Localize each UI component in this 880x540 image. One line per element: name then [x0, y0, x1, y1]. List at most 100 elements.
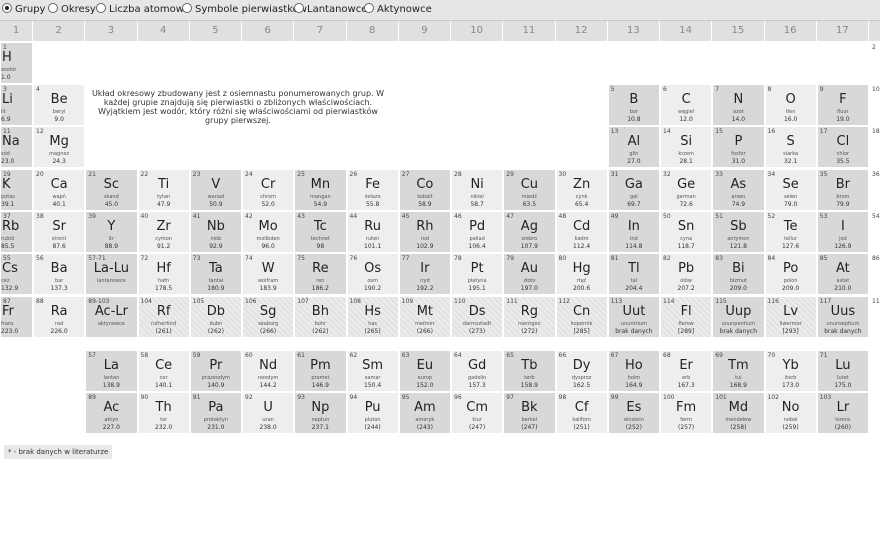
element-cell[interactable]: 111 Rg roentgen (272) — [503, 296, 556, 338]
element-cell[interactable]: 83 Bi bizmut 209.0 — [712, 253, 765, 295]
element-cell[interactable]: 9 Ffluor 19.0 — [816, 84, 869, 126]
radio-actinides[interactable]: Aktynowce — [364, 3, 432, 17]
element-cell[interactable]: 13 Al glin 27.0 — [607, 126, 660, 168]
element-cell[interactable]: 22 Ti tytan 47.9 — [137, 169, 190, 211]
element-cell[interactable]: 109 Mt meitner (266) — [398, 296, 451, 338]
element-cell[interactable]: 26 Fe żelazo 55.8 — [346, 169, 399, 211]
element-cell[interactable]: 41 Nb niob 92.9 — [189, 211, 242, 253]
element-cell[interactable]: 33 As arsen 74.9 — [712, 169, 765, 211]
element-cell[interactable]: 78 Pt platyna 195.1 — [451, 253, 504, 295]
element-cell[interactable]: 118 — [869, 296, 880, 338]
element-cell[interactable]: 53 Ijod 126.9 — [816, 211, 869, 253]
element-cell[interactable]: 65 Tb terb 158.9 — [503, 350, 556, 392]
element-cell[interactable]: 113 Uut ununtrium brak danych — [607, 296, 660, 338]
element-cell[interactable]: 12 Mg magnez 24.3 — [33, 126, 86, 168]
element-cell[interactable]: 86 — [869, 253, 880, 295]
element-cell[interactable]: 23 Vwanad 50.9 — [189, 169, 242, 211]
element-cell[interactable]: 45 Rh rod 102.9 — [398, 211, 451, 253]
element-cell[interactable]: 87 Fr frans 223.0 — [0, 296, 33, 338]
element-cell[interactable]: 82 Pb ołów 207.2 — [660, 253, 713, 295]
element-cell[interactable]: 112 Cn kopernik [285] — [555, 296, 608, 338]
element-cell[interactable]: 7 Nazot 14.0 — [712, 84, 765, 126]
element-cell[interactable]: 107 Bh bohr (262) — [294, 296, 347, 338]
element-cell[interactable]: 48 Cd kadm 112.4 — [555, 211, 608, 253]
element-cell[interactable]: 104 Rf rutherford (261) — [137, 296, 190, 338]
element-cell[interactable]: 20 Ca wapń 40.1 — [33, 169, 86, 211]
element-cell[interactable]: 57 La lantan 138.9 — [85, 350, 138, 392]
element-cell[interactable]: 37 Rb rubid 85.5 — [0, 211, 33, 253]
element-cell[interactable]: 84 Po polon 209.0 — [764, 253, 817, 295]
element-cell[interactable]: 75 Re ren 186.2 — [294, 253, 347, 295]
element-cell[interactable]: 54 — [869, 211, 880, 253]
element-cell[interactable]: 43 Tc technet 98 — [294, 211, 347, 253]
element-cell[interactable]: 24 Cr chrom 52.0 — [242, 169, 295, 211]
element-cell[interactable]: 50 Sn cyna 118.7 — [660, 211, 713, 253]
element-cell[interactable]: 6 Cwęgiel 12.0 — [660, 84, 713, 126]
element-cell[interactable]: 80 Hg rtęć 200.6 — [555, 253, 608, 295]
element-cell[interactable]: 57-71 La-Lu lantanowce — [85, 253, 138, 295]
element-cell[interactable]: 68 Er erb 167.3 — [660, 350, 713, 392]
radio-periods[interactable]: Okresy — [48, 3, 96, 17]
element-cell[interactable]: 90 Th tor 232.0 — [137, 392, 190, 434]
element-cell[interactable]: 97 Bk berkel (247) — [503, 392, 556, 434]
element-cell[interactable]: 110 Ds darmsztadt (273) — [451, 296, 504, 338]
element-cell[interactable]: 79 Au złoto 197.0 — [503, 253, 556, 295]
radio-atomic-number[interactable]: Liczba atomowa — [96, 3, 190, 17]
radio-selected-icon[interactable] — [2, 3, 12, 13]
element-cell[interactable]: 17 Cl chlor 35.5 — [816, 126, 869, 168]
element-cell[interactable]: 56 Ba bar 137.3 — [33, 253, 86, 295]
element-cell[interactable]: 29 Cu miedź 63.5 — [503, 169, 556, 211]
element-cell[interactable]: 108 Hs has (265) — [346, 296, 399, 338]
element-cell[interactable]: 21 Sc skand 45.0 — [85, 169, 138, 211]
element-cell[interactable]: 28 Ni nikiel 58.7 — [451, 169, 504, 211]
element-cell[interactable]: 14 Si krzem 28.1 — [660, 126, 713, 168]
element-cell[interactable]: 60 Nd neodym 144.2 — [242, 350, 295, 392]
radio-icon[interactable] — [96, 3, 106, 13]
element-cell[interactable]: 46 Pd pallad 106.4 — [451, 211, 504, 253]
element-cell[interactable]: 11 Na sód 23.0 — [0, 126, 33, 168]
element-cell[interactable]: 117 Uus ununseptium brak danych — [816, 296, 869, 338]
element-cell[interactable]: 1 Hwodór 1.0 — [0, 42, 33, 84]
element-cell[interactable]: 85 At astat 210.0 — [816, 253, 869, 295]
element-cell[interactable]: 51 Sb antymon 121.8 — [712, 211, 765, 253]
element-cell[interactable]: 98 Cf kaliforn (251) — [555, 392, 608, 434]
element-cell[interactable]: 73 Ta tantal 180.9 — [189, 253, 242, 295]
element-cell[interactable]: 74 Wwolfram 183.9 — [242, 253, 295, 295]
element-cell[interactable]: 116 Lv liwermor [293] — [764, 296, 817, 338]
element-cell[interactable]: 77 Ir iryd 192.2 — [398, 253, 451, 295]
element-cell[interactable]: 72 Hf hafn 178.5 — [137, 253, 190, 295]
element-cell[interactable]: 35 Br brom 79.9 — [816, 169, 869, 211]
element-cell[interactable]: 4 Be beryl 9.0 — [33, 84, 86, 126]
element-cell[interactable]: 15 Pfosfor 31.0 — [712, 126, 765, 168]
element-cell[interactable]: 64 Gd gadolin 157.3 — [451, 350, 504, 392]
element-cell[interactable]: 81 Tl tal 204.4 — [607, 253, 660, 295]
element-cell[interactable]: 27 Co kobalt 58.9 — [398, 169, 451, 211]
element-cell[interactable]: 5 Bbor 10.8 — [607, 84, 660, 126]
element-cell[interactable]: 63 Eu europ 152.0 — [398, 350, 451, 392]
element-cell[interactable]: 47 Ag srebro 107.9 — [503, 211, 556, 253]
element-cell[interactable]: 2 — [869, 42, 880, 84]
element-cell[interactable]: 25 Mn mangan 54.9 — [294, 169, 347, 211]
radio-icon[interactable] — [182, 3, 192, 13]
element-cell[interactable]: 42 Mo molibden 96.0 — [242, 211, 295, 253]
element-cell[interactable]: 36 — [869, 169, 880, 211]
element-cell[interactable]: 55 Cs cez 132.9 — [0, 253, 33, 295]
element-cell[interactable]: 40 Zr cyrkon 91.2 — [137, 211, 190, 253]
element-cell[interactable]: 18 — [869, 126, 880, 168]
element-cell[interactable]: 8 Otlen 16.0 — [764, 84, 817, 126]
element-cell[interactable]: 3 Li lit 6.9 — [0, 84, 33, 126]
element-cell[interactable]: 91 Pa protaktyn 231.0 — [189, 392, 242, 434]
element-cell[interactable]: 95 Am ameryk (243) — [398, 392, 451, 434]
element-cell[interactable]: 34 Se selen 79.0 — [764, 169, 817, 211]
element-cell[interactable]: 49 In ind 114.8 — [607, 211, 660, 253]
element-cell[interactable]: 39 Yitr 88.9 — [85, 211, 138, 253]
radio-icon[interactable] — [294, 3, 304, 13]
element-cell[interactable]: 10 — [869, 84, 880, 126]
element-cell[interactable]: 38 Sr stront 87.6 — [33, 211, 86, 253]
radio-groups[interactable]: Grupy — [2, 3, 45, 17]
element-cell[interactable]: 88 Ra rad 226.0 — [33, 296, 86, 338]
element-cell[interactable]: 71 Lu lutet 175.0 — [816, 350, 869, 392]
radio-icon[interactable] — [364, 3, 374, 13]
element-cell[interactable]: 70 Yb iterb 173.0 — [764, 350, 817, 392]
element-cell[interactable]: 99 Es einstein (252) — [607, 392, 660, 434]
